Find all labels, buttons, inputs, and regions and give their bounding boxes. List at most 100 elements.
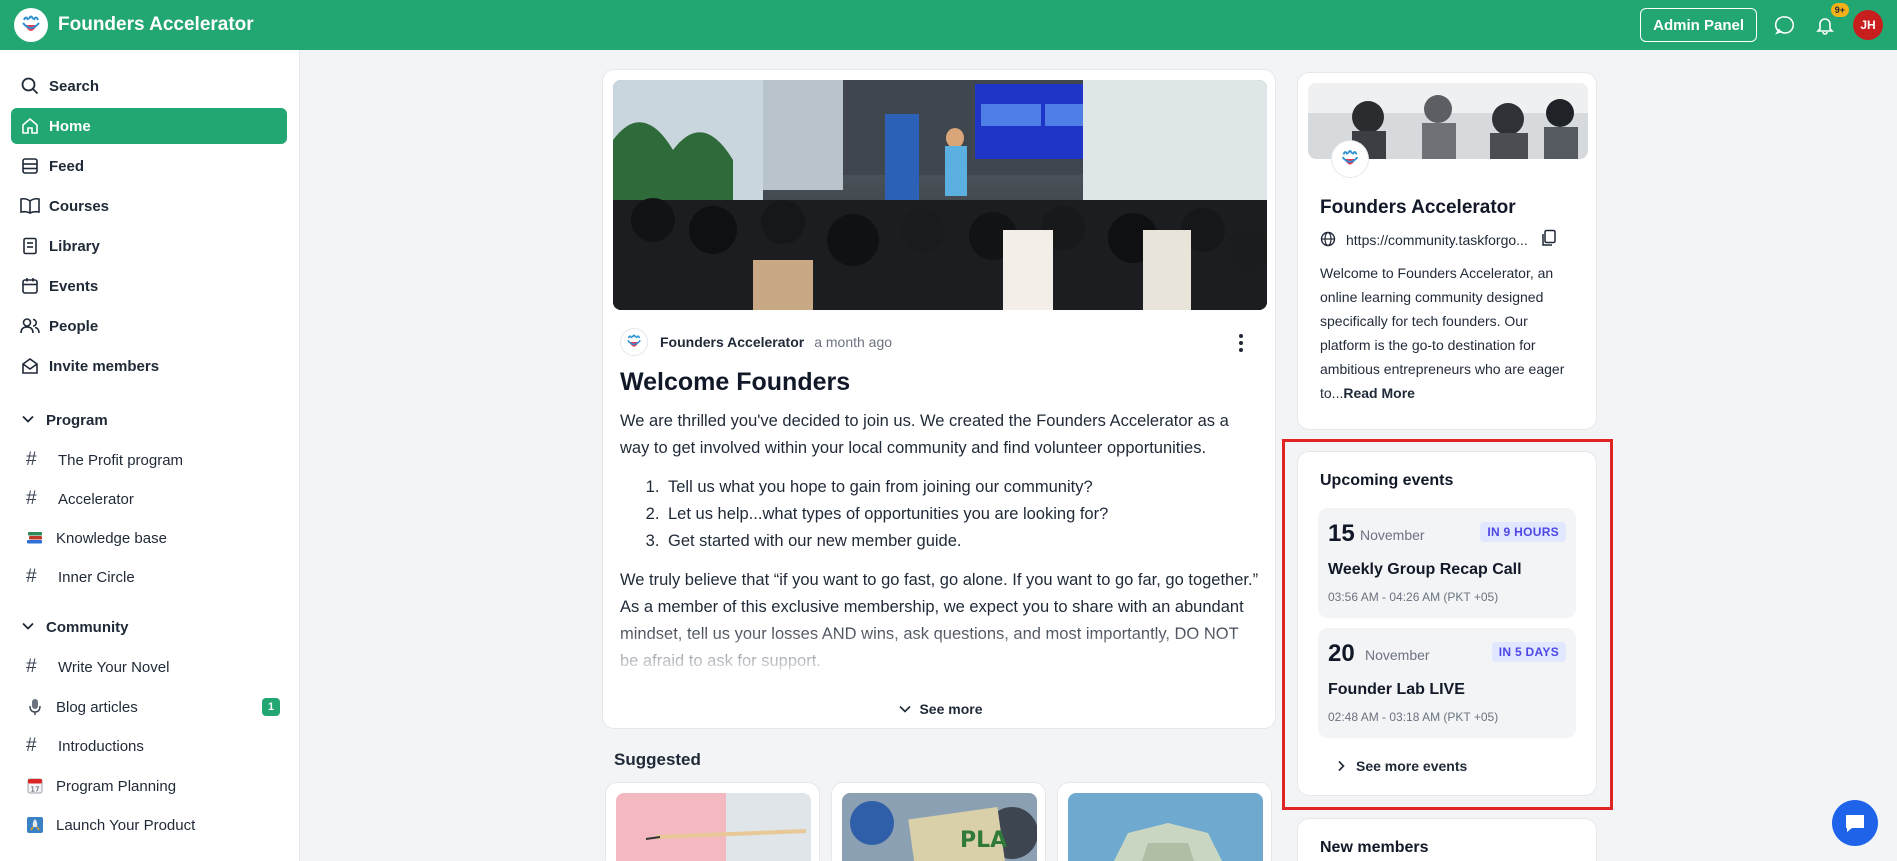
- post-hero-image: [613, 80, 1267, 310]
- community-about-card: Founders Accelerator https://community.t…: [1297, 72, 1597, 430]
- brand-logo-icon: [14, 8, 48, 42]
- channel-blog-articles[interactable]: Blog articles 1: [26, 692, 286, 722]
- svg-text:PLA: PLA: [960, 828, 1007, 853]
- calendar-icon: [20, 276, 40, 296]
- see-more-label: See more: [919, 701, 983, 717]
- section-community-toggle[interactable]: Community: [20, 618, 129, 636]
- people-icon: [20, 316, 40, 336]
- sidebar-item-events[interactable]: Events: [11, 268, 287, 304]
- copy-icon[interactable]: [1540, 229, 1558, 247]
- hash-icon: #: [26, 735, 37, 756]
- sidebar-item-home[interactable]: Home: [11, 108, 287, 144]
- top-bar: Founders Accelerator Admin Panel 9+ JH: [0, 0, 1897, 50]
- rocket-emoji-icon: [26, 816, 46, 834]
- post-author-name[interactable]: Founders Accelerator: [660, 334, 804, 350]
- channel-label: Introductions: [58, 737, 144, 755]
- chevron-down-icon: [20, 618, 38, 636]
- sidebar-item-invite-members[interactable]: Invite members: [11, 348, 287, 384]
- suggested-card[interactable]: [605, 782, 820, 861]
- unread-count-badge: 1: [262, 698, 280, 716]
- channel-label: Accelerator: [58, 490, 134, 508]
- post-timestamp: a month ago: [814, 334, 893, 350]
- channel-label: Blog articles: [56, 698, 138, 716]
- suggested-heading: Suggested: [614, 750, 701, 769]
- channel-the-profit-program[interactable]: # The Profit program: [26, 445, 286, 475]
- microphone-emoji-icon: [26, 698, 46, 716]
- library-icon: [20, 236, 40, 256]
- see-more-button[interactable]: See more: [603, 690, 1275, 728]
- hash-icon: #: [26, 656, 37, 677]
- channel-introductions[interactable]: # Introductions: [26, 731, 286, 761]
- channel-knowledge-base[interactable]: Knowledge base: [26, 523, 286, 553]
- section-title: Program: [46, 411, 108, 429]
- list-item: Let us help...what types of opportunitie…: [664, 501, 1260, 528]
- post-title: Welcome Founders: [620, 368, 851, 396]
- suggested-thumbnail: PLA: [842, 793, 1037, 861]
- hash-icon: #: [26, 566, 37, 587]
- read-more-link[interactable]: Read More: [1343, 385, 1415, 401]
- channel-label: Inner Circle: [58, 568, 135, 586]
- chat-icon[interactable]: [1773, 13, 1797, 37]
- welcome-post-card: Founders Accelerator a month ago Welcome…: [602, 69, 1276, 729]
- hash-icon: #: [26, 449, 37, 470]
- sidebar-item-label: Search: [49, 77, 100, 95]
- community-url[interactable]: https://community.taskforgo...: [1320, 231, 1528, 248]
- chevron-down-icon: [20, 411, 38, 429]
- suggested-card[interactable]: [1057, 782, 1272, 861]
- globe-icon: [1320, 231, 1337, 248]
- channel-label: Knowledge base: [56, 529, 167, 547]
- support-chat-button[interactable]: [1832, 800, 1878, 846]
- post-list: Tell us what you hope to gain from joini…: [620, 474, 1260, 555]
- more-options-icon[interactable]: [1231, 332, 1251, 354]
- community-name: Founders Accelerator: [1320, 197, 1516, 218]
- sidebar-item-label: Library: [49, 237, 100, 255]
- community-url-text: https://community.taskforgo...: [1346, 231, 1528, 248]
- home-icon: [20, 116, 40, 136]
- user-avatar[interactable]: JH: [1853, 10, 1883, 40]
- calendar-emoji-icon: 17: [26, 777, 46, 795]
- brand[interactable]: Founders Accelerator: [14, 8, 254, 42]
- channel-label: Program Planning: [56, 777, 177, 795]
- chevron-down-icon: [897, 701, 913, 717]
- sidebar-item-label: Events: [49, 277, 99, 295]
- sidebar-item-label: People: [49, 317, 99, 335]
- suggested-thumbnail: [616, 793, 811, 861]
- channel-launch-your-product[interactable]: Launch Your Product: [26, 810, 286, 840]
- bell-icon[interactable]: 9+: [1813, 3, 1849, 37]
- list-item: Tell us what you hope to gain from joini…: [664, 474, 1260, 501]
- sidebar-item-courses[interactable]: Courses: [11, 188, 287, 224]
- sidebar-item-library[interactable]: Library: [11, 228, 287, 264]
- new-members-title: New members: [1320, 839, 1429, 856]
- sidebar-item-label: Home: [49, 117, 91, 135]
- channel-program-planning[interactable]: 17 Program Planning: [26, 771, 286, 801]
- svg-text:17: 17: [31, 786, 40, 794]
- channel-label: Write Your Novel: [58, 658, 170, 676]
- books-emoji-icon: [26, 529, 46, 547]
- chat-bubble-icon: [1846, 815, 1864, 832]
- section-title: Community: [46, 618, 129, 636]
- sidebar-item-people[interactable]: People: [11, 308, 287, 344]
- brand-name: Founders Accelerator: [58, 14, 254, 35]
- suggested-card[interactable]: PLA: [831, 782, 1046, 861]
- section-program-toggle[interactable]: Program: [20, 411, 108, 429]
- sidebar-item-label: Courses: [49, 197, 110, 215]
- book-icon: [20, 196, 40, 216]
- sidebar-item-feed[interactable]: Feed: [11, 148, 287, 184]
- new-members-card: New members: [1297, 818, 1597, 861]
- channel-write-your-novel[interactable]: # Write Your Novel: [26, 652, 286, 682]
- community-description: Welcome to Founders Accelerator, an onli…: [1320, 261, 1582, 405]
- sidebar-item-search[interactable]: Search: [11, 68, 287, 104]
- notification-badge: 9+: [1830, 3, 1849, 17]
- envelope-icon: [20, 356, 40, 376]
- feed-icon: [20, 156, 40, 176]
- admin-panel-button[interactable]: Admin Panel: [1640, 8, 1757, 42]
- channel-inner-circle[interactable]: # Inner Circle: [26, 562, 286, 592]
- channel-label: Launch Your Product: [56, 816, 196, 834]
- sidebar: Search Home Feed Courses Library Events …: [0, 50, 300, 861]
- list-item: Get started with our new member guide.: [664, 528, 1260, 555]
- suggested-thumbnail: [1068, 793, 1263, 861]
- post-author-avatar[interactable]: [620, 328, 648, 356]
- channel-label: The Profit program: [58, 451, 184, 469]
- channel-accelerator[interactable]: # Accelerator: [26, 484, 286, 514]
- search-icon: [20, 76, 40, 96]
